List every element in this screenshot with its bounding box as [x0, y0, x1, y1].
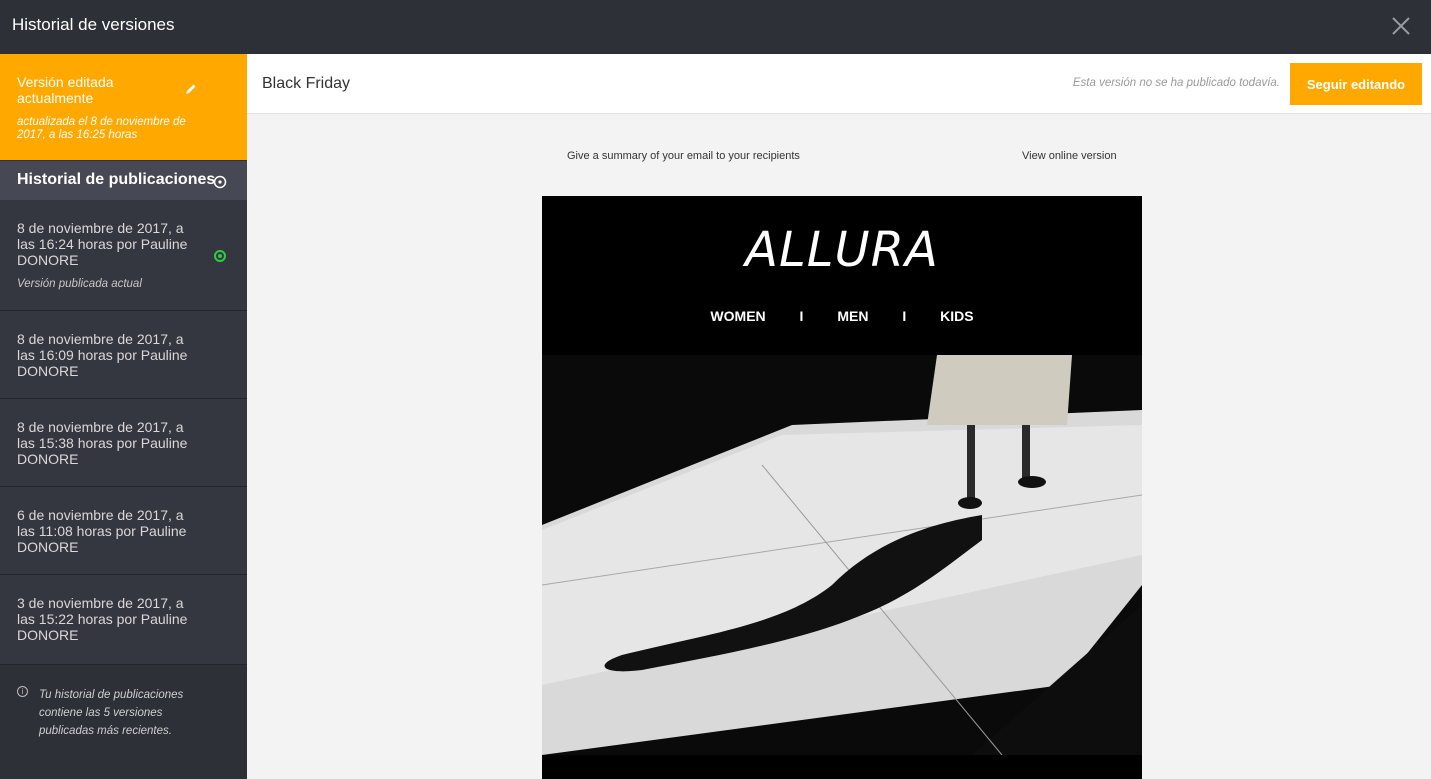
top-bar: Historial de versiones — [0, 0, 1431, 54]
nav-men-link[interactable]: MEN — [837, 308, 868, 324]
nav-separator: I — [902, 308, 907, 324]
close-icon[interactable] — [1389, 14, 1413, 38]
current-version-card[interactable]: Versión editada actualmente actualizada … — [0, 54, 247, 160]
history-item-status: Versión publicada actual — [17, 278, 142, 290]
preheader-summary: Give a summary of your email to your rec… — [567, 150, 800, 162]
email-preview: Give a summary of your email to your rec… — [247, 114, 1431, 779]
history-item-label: 8 de noviembre de 2017, a las 16:09 hora… — [17, 331, 188, 379]
nav-women-link[interactable]: WOMEN — [710, 308, 765, 324]
history-item[interactable]: 8 de noviembre de 2017, a las 15:38 hora… — [0, 399, 247, 487]
view-online-link[interactable]: View online version — [1022, 150, 1117, 162]
nav-separator: I — [799, 308, 804, 324]
clock-icon — [213, 175, 227, 189]
history-item[interactable]: 8 de noviembre de 2017, a las 16:24 hora… — [0, 200, 247, 311]
published-dot-icon — [214, 250, 226, 262]
version-sidebar: Versión editada actualmente actualizada … — [0, 54, 247, 779]
history-header: Historial de publicaciones — [0, 161, 247, 200]
history-item[interactable]: 3 de noviembre de 2017, a las 15:22 hora… — [0, 575, 247, 665]
brand-logo: ALLURA — [745, 222, 939, 278]
email-nav: WOMEN I MEN I KIDS — [542, 308, 1142, 324]
continue-editing-button[interactable]: Seguir editando — [1290, 63, 1422, 105]
document-name: Black Friday — [262, 75, 351, 92]
history-item-label: 8 de noviembre de 2017, a las 16:24 hora… — [17, 220, 188, 268]
current-version-label: Versión editada actualmente — [17, 74, 114, 106]
pencil-icon[interactable] — [184, 82, 198, 96]
nav-kids-link[interactable]: KIDS — [940, 308, 973, 324]
window-title: Historial de versiones — [12, 15, 175, 34]
history-item[interactable]: 8 de noviembre de 2017, a las 16:09 hora… — [0, 311, 247, 399]
current-version-updated: actualizada el 8 de noviembre de 2017, a… — [17, 116, 186, 141]
history-item[interactable]: 6 de noviembre de 2017, a las 11:08 hora… — [0, 487, 247, 575]
info-icon: i — [17, 686, 28, 697]
document-header: Black Friday Esta versión no se ha publi… — [247, 54, 1431, 114]
history-header-label: Historial de publicaciones — [17, 171, 216, 188]
publish-status: Esta versión no se ha publicado todavía. — [1072, 77, 1280, 89]
email-body: ALLURA WOMEN I MEN I KIDS — [542, 196, 1142, 779]
hero-image — [542, 355, 1142, 755]
history-item-label: 6 de noviembre de 2017, a las 11:08 hora… — [17, 507, 187, 555]
history-item-label: 3 de noviembre de 2017, a las 15:22 hora… — [17, 595, 188, 643]
history-item-label: 8 de noviembre de 2017, a las 15:38 hora… — [17, 419, 188, 467]
history-note-text: Tu historial de publicaciones contiene l… — [39, 689, 184, 737]
